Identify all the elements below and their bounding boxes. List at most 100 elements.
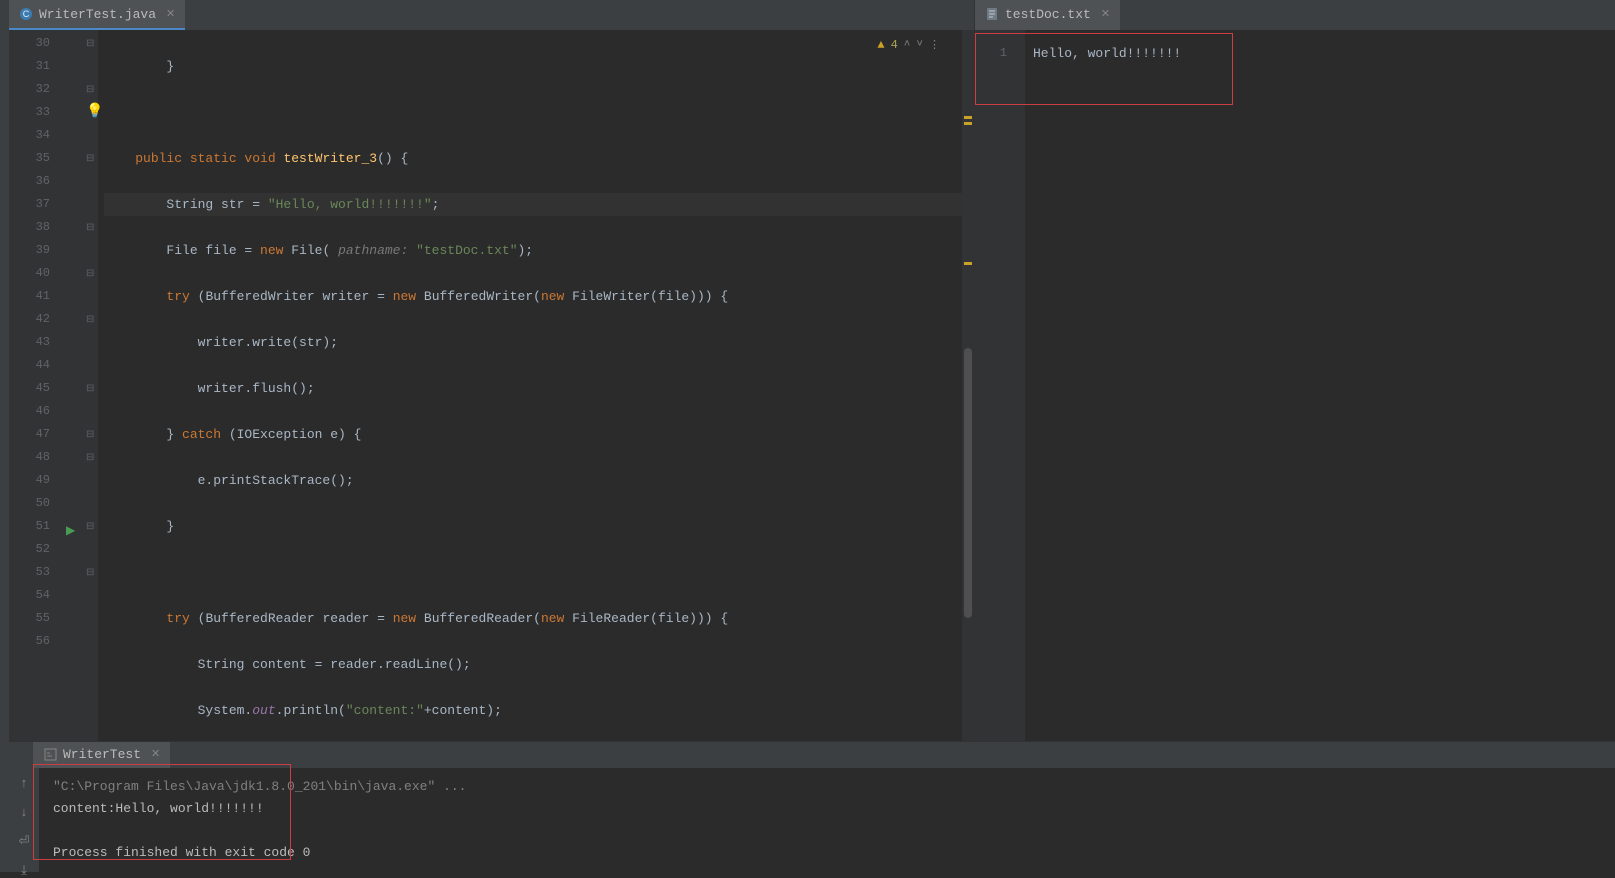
- line-number: 56: [9, 630, 50, 653]
- next-highlight-icon[interactable]: ˅: [916, 39, 923, 51]
- scrollbar-thumb[interactable]: [964, 348, 972, 618]
- tabs-right: testDoc.txt ✕: [975, 0, 1615, 30]
- t: BufferedReader(: [424, 611, 541, 626]
- line-number: 44: [9, 354, 50, 377]
- fold-mark-icon[interactable]: ⊟: [86, 268, 94, 280]
- txt-line: Hello, world!!!!!!!: [1033, 42, 1615, 65]
- warning-icon: ▲: [877, 38, 884, 52]
- t: +content);: [424, 703, 502, 718]
- fold-mark-icon[interactable]: ⊟: [86, 452, 94, 464]
- t: [104, 151, 135, 166]
- line-number: 32: [9, 78, 50, 101]
- tab-label: WriterTest.java: [39, 7, 156, 22]
- t: try: [166, 611, 197, 626]
- t: new: [260, 243, 291, 258]
- t: (IOException e) {: [229, 427, 362, 442]
- fold-gutter[interactable]: 💡 ⊟ ⊟ ⊟ ⊟ ⊟ ⊟ ⊟ ⊟ ⊟ ⊟ ⊟: [84, 30, 98, 741]
- line-number: 30: [9, 32, 50, 55]
- fold-mark-icon[interactable]: ⊟: [86, 38, 94, 50]
- tool-window-bar-left[interactable]: [0, 0, 9, 872]
- svg-text:C: C: [23, 9, 30, 19]
- tab-label: testDoc.txt: [1005, 7, 1091, 22]
- t: BufferedWriter(: [424, 289, 541, 304]
- console-line: content:Hello, world!!!!!!!: [53, 798, 1607, 820]
- fold-mark-icon[interactable]: ⊟: [86, 567, 94, 579]
- t: new: [393, 289, 424, 304]
- t: testWriter_3: [283, 151, 377, 166]
- line-number: 45: [9, 377, 50, 400]
- line-number: 33: [9, 101, 50, 124]
- line-number: 52: [9, 538, 50, 561]
- line-number: 53: [9, 561, 50, 584]
- t: "Hello, world!!!!!!!": [268, 197, 432, 212]
- line-number: 36: [9, 170, 50, 193]
- line-number: 1: [975, 42, 1007, 65]
- fold-mark-icon[interactable]: ⊟: [86, 383, 94, 395]
- warning-count: 4: [891, 38, 898, 52]
- t: }: [104, 427, 182, 442]
- t: "testDoc.txt": [416, 243, 517, 258]
- console-line: "C:\Program Files\Java\jdk1.8.0_201\bin\…: [53, 776, 1607, 798]
- t: new: [541, 611, 572, 626]
- t: [104, 611, 166, 626]
- error-stripe[interactable]: [962, 30, 974, 741]
- line-number: 46: [9, 400, 50, 423]
- tab-writertest[interactable]: C WriterTest.java ✕: [9, 0, 185, 30]
- t: public static void: [135, 151, 283, 166]
- console-icon: [43, 747, 57, 761]
- line-number-gutter[interactable]: 3031323334353637383940414243444546474849…: [9, 30, 64, 741]
- code-area-right[interactable]: 1 Hello, world!!!!!!!: [975, 30, 1615, 741]
- more-icon[interactable]: ⋮: [929, 38, 940, 52]
- t: (BufferedReader reader =: [198, 611, 393, 626]
- main-area: C WriterTest.java ✕ ▲ 4 ˄ ˅ ⋮ 3031323334…: [9, 0, 1615, 872]
- inspections-widget[interactable]: ▲ 4 ˄ ˅ ⋮: [877, 38, 940, 52]
- line-number: 49: [9, 469, 50, 492]
- code-area-left[interactable]: ▲ 4 ˄ ˅ ⋮ 303132333435363738394041424344…: [9, 30, 974, 741]
- tabs-left: C WriterTest.java ✕: [9, 0, 974, 30]
- java-class-icon: C: [19, 7, 33, 21]
- line-number: 51: [9, 515, 50, 538]
- t: String content = reader.readLine();: [104, 657, 471, 672]
- line-number: 31: [9, 55, 50, 78]
- code-content[interactable]: } public static void testWriter_3() { St…: [98, 30, 974, 741]
- tab-testdoc[interactable]: testDoc.txt ✕: [975, 0, 1120, 30]
- param-hint: pathname:: [338, 243, 416, 258]
- t: System.: [104, 703, 252, 718]
- stripe-warning[interactable]: [964, 122, 972, 125]
- code-line: }: [104, 59, 174, 74]
- t: );: [518, 243, 534, 258]
- close-icon[interactable]: ✕: [166, 7, 175, 21]
- stripe-warning[interactable]: [964, 116, 972, 119]
- line-number: 34: [9, 124, 50, 147]
- fold-mark-icon[interactable]: ⊟: [86, 314, 94, 326]
- close-icon[interactable]: ✕: [1101, 7, 1110, 21]
- line-number: 40: [9, 262, 50, 285]
- line-number: 38: [9, 216, 50, 239]
- line-number: 50: [9, 492, 50, 515]
- line-number: 37: [9, 193, 50, 216]
- t: (BufferedWriter writer =: [198, 289, 393, 304]
- line-number: 41: [9, 285, 50, 308]
- line-number: 54: [9, 584, 50, 607]
- t: FileWriter(file))) {: [572, 289, 728, 304]
- fold-mark-icon[interactable]: ⊟: [86, 84, 94, 96]
- stripe-warning[interactable]: [964, 262, 972, 265]
- run-gutter-icon[interactable]: ▶: [66, 523, 75, 538]
- console-tabs: WriterTest ✕: [9, 742, 1615, 768]
- line-number: 55: [9, 607, 50, 630]
- editor-right: ⋮ testDoc.txt ✕ 1 Hello, world!!!!!!!: [975, 0, 1615, 741]
- fold-mark-icon[interactable]: ⊟: [86, 429, 94, 441]
- line-number: 47: [9, 423, 50, 446]
- console-tab-writertest[interactable]: WriterTest ✕: [33, 742, 170, 768]
- fold-mark-icon[interactable]: ⊟: [86, 153, 94, 165]
- t: try: [166, 289, 197, 304]
- close-icon[interactable]: ✕: [151, 747, 160, 761]
- console-panel: WriterTest ✕ ↑ ↓ ⏎ ⤓ "C:\Program Files\J…: [9, 741, 1615, 872]
- line-number-gutter[interactable]: 1: [975, 30, 1025, 741]
- fold-mark-icon[interactable]: ⊟: [86, 222, 94, 234]
- txt-content[interactable]: Hello, world!!!!!!!: [1025, 30, 1615, 741]
- prev-highlight-icon[interactable]: ˄: [904, 39, 911, 51]
- fold-mark-icon[interactable]: ⊟: [86, 521, 94, 533]
- console-output[interactable]: "C:\Program Files\Java\jdk1.8.0_201\bin\…: [9, 768, 1615, 872]
- editors-row: C WriterTest.java ✕ ▲ 4 ˄ ˅ ⋮ 3031323334…: [9, 0, 1615, 741]
